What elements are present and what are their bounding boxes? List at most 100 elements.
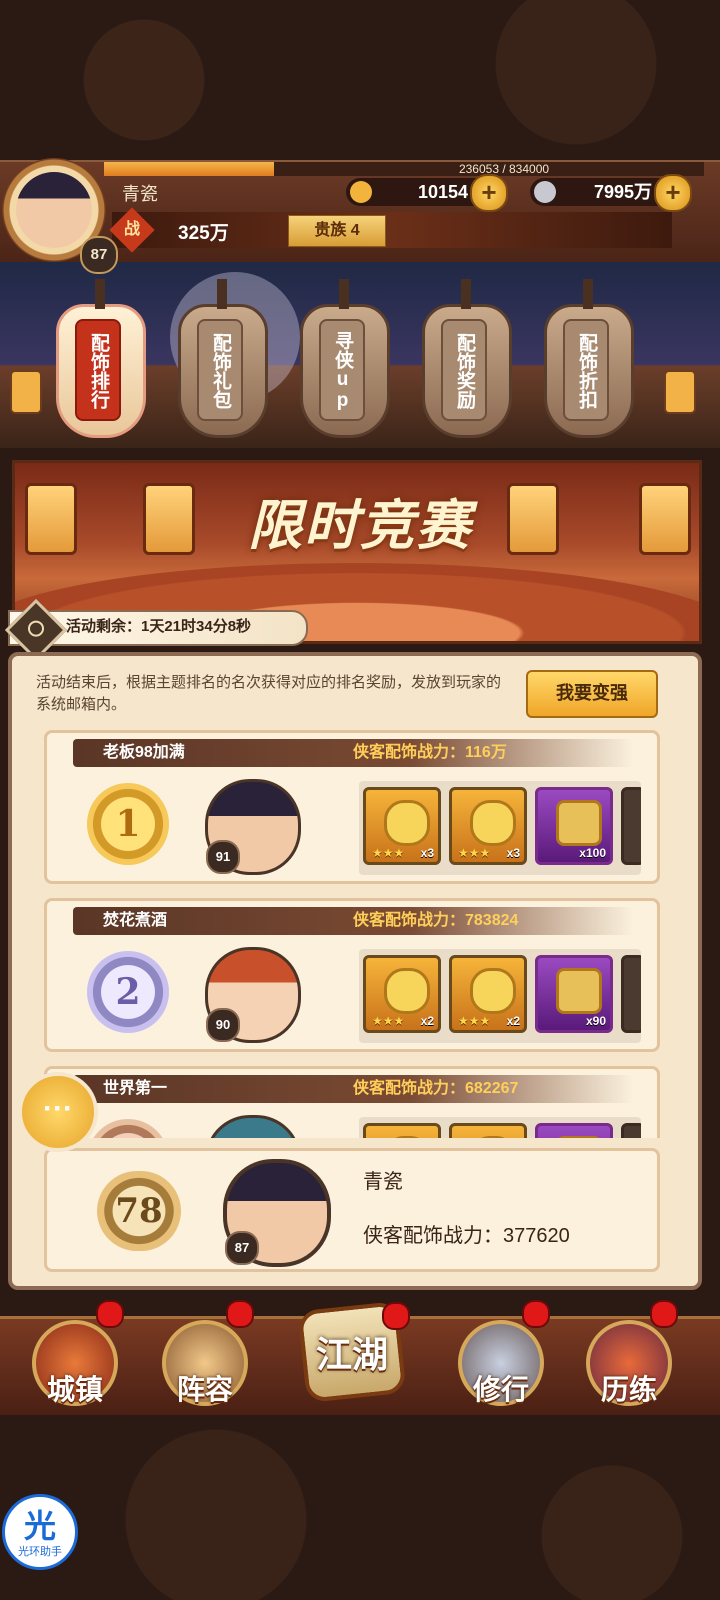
tab-label: 配饰礼包 [197,319,243,421]
helper-glyph: 光 [23,1508,56,1544]
gold-ingot-icon [350,181,372,203]
tab-0[interactable]: 配饰排行 [56,279,146,438]
tab-label: 配饰奖励 [441,319,487,421]
event-description: 活动结束后，根据主题排名的名次获得对应的排名奖励，发放到玩家的系统邮箱内。 [36,674,502,713]
helper-label: 光环助手 [18,1546,62,1558]
ranked-player-power: 侠客配饰战力：116万 [353,744,507,761]
rank-medal-icon: 1 [87,783,169,865]
nav-item-1[interactable]: 阵容 [156,1300,254,1414]
reward-items: ★★★ x2 ★★★ x2 x90 [359,949,641,1043]
nav-item-4[interactable]: 历练 [580,1300,678,1414]
tab-hanger [217,279,227,309]
ranking-list[interactable]: 老板98加满 侠客配饰战力：116万 1 91 ★★★ x3 ★★★ x3 x100 焚花煮酒 侠客… [44,730,664,1138]
tab-hanger [461,279,471,309]
nav-item-0[interactable]: 城镇 [26,1300,124,1414]
item-count: x3 [420,846,434,860]
rank-card: 焚花煮酒 侠客配饰战力：783824 2 90 ★★★ x2 ★★★ x2 x90 [44,898,660,1052]
nav-jianghu[interactable]: 江湖 [292,1301,412,1410]
gold-ring-icon [384,1136,430,1138]
reward-item-partial[interactable] [621,787,641,865]
item-stars: ★★★ [372,1014,405,1028]
add-gold-button[interactable]: + [470,174,508,212]
reward-items: ★★★ x3 ★★★ x3 x100 [359,781,641,875]
item-count: x2 [506,1014,520,1028]
xp-bar-fill [104,162,274,176]
reward-item[interactable]: x90 [535,955,613,1033]
item-count: x100 [579,846,606,860]
tab-label: 寻侠up [319,319,365,421]
ranked-player-power: 侠客配饰战力：783824 [353,912,519,929]
reward-item[interactable]: ★★★ x2 [449,955,527,1033]
ranked-player-avatar[interactable]: 90 [205,947,301,1043]
nav-label: 修行 [472,1374,529,1405]
reward-item[interactable] [449,1123,527,1138]
lamp-icon [143,483,195,555]
gold-amount: 10154 [417,182,468,202]
tab-1[interactable]: 配饰礼包 [178,279,268,438]
tab-label: 配饰折扣 [563,319,609,421]
my-accessory-power: 侠客配饰战力：377620 [363,1225,570,1247]
my-rank-medal: 78 [97,1171,181,1251]
item-stars: ★★★ [458,1014,491,1028]
tab-2[interactable]: 寻侠up [300,279,390,438]
chat-button[interactable]: ··· [18,1072,98,1152]
ranked-player-avatar[interactable]: 91 [205,779,301,875]
my-avatar-level: 87 [225,1231,259,1265]
ranked-avatar-level: 91 [206,840,240,874]
reward-item[interactable]: ★★★ x3 [449,787,527,865]
rank-medal-icon: 3 [87,1119,169,1138]
notification-dot [96,1300,124,1328]
my-avatar[interactable]: 87 [223,1159,331,1267]
ranked-player-power: 侠客配饰战力：682267 [353,1080,519,1097]
red-pendant-icon [470,1136,516,1138]
ranked-player-avatar[interactable] [205,1115,301,1138]
reward-item[interactable]: x100 [535,787,613,865]
reward-item[interactable] [363,1123,441,1138]
countdown-text: 活动剩余：1天21时34分8秒 [66,618,252,635]
tab-3[interactable]: 配饰奖励 [422,279,512,438]
player-level-badge: 87 [80,236,118,274]
reward-item-partial[interactable] [621,1123,641,1138]
gold-armor-icon [556,968,602,1014]
player-portrait [16,172,92,248]
rank-card-header: 老板98加满 侠客配饰战力：116万 [73,739,633,767]
silver-currency: 7995万 + [530,174,692,212]
ranked-player-name: 老板98加满 [103,744,185,761]
reward-item-partial[interactable] [621,955,641,1033]
lamp-icon [25,483,77,555]
lamp-icon [507,483,559,555]
ranked-player-name: 焚花煮酒 [103,912,168,929]
nav-label: 阵容 [176,1374,233,1405]
reward-item[interactable]: ★★★ x3 [363,787,441,865]
gold-currency: 10154 + [346,174,508,212]
tab-hanger [583,279,593,309]
ranked-avatar-level: 90 [206,1008,240,1042]
nav-item-3[interactable]: 修行 [452,1300,550,1414]
tab-scene: 配饰排行 配饰礼包 寻侠up 配饰奖励 配饰折扣 [0,262,720,448]
lamp-icon [639,483,691,555]
my-rank-card: 78 87 青瓷 侠客配饰战力：377620 [44,1148,660,1272]
lantern-left-icon [10,370,42,414]
combat-power: 325万 [178,223,229,244]
notification-dot [226,1300,254,1328]
reward-items [359,1117,641,1138]
rank-medal-icon: 2 [87,951,169,1033]
add-silver-button[interactable]: + [654,174,692,212]
nav-label: 江湖 [315,1334,388,1375]
noble-badge[interactable]: 贵族 4 [288,215,386,247]
ranked-player-name: 世界第一 [103,1080,168,1097]
xp-text: 236053 / 834000 [458,162,550,176]
helper-app-icon[interactable]: 光 光环助手 [2,1494,78,1570]
tab-label: 配饰排行 [75,319,121,421]
my-name: 青瓷 [363,1171,403,1193]
nav-label: 历练 [600,1374,657,1405]
gold-ring-icon [384,968,430,1014]
notification-dot [382,1302,410,1330]
reward-item[interactable]: ★★★ x2 [363,955,441,1033]
nav-label: 城镇 [46,1374,103,1405]
lantern-right-icon [664,370,696,414]
get-stronger-button[interactable]: 我要变强 [526,670,658,718]
rank-card: 老板98加满 侠客配饰战力：116万 1 91 ★★★ x3 ★★★ x3 x100 [44,730,660,884]
reward-item[interactable] [535,1123,613,1138]
tab-4[interactable]: 配饰折扣 [544,279,634,438]
